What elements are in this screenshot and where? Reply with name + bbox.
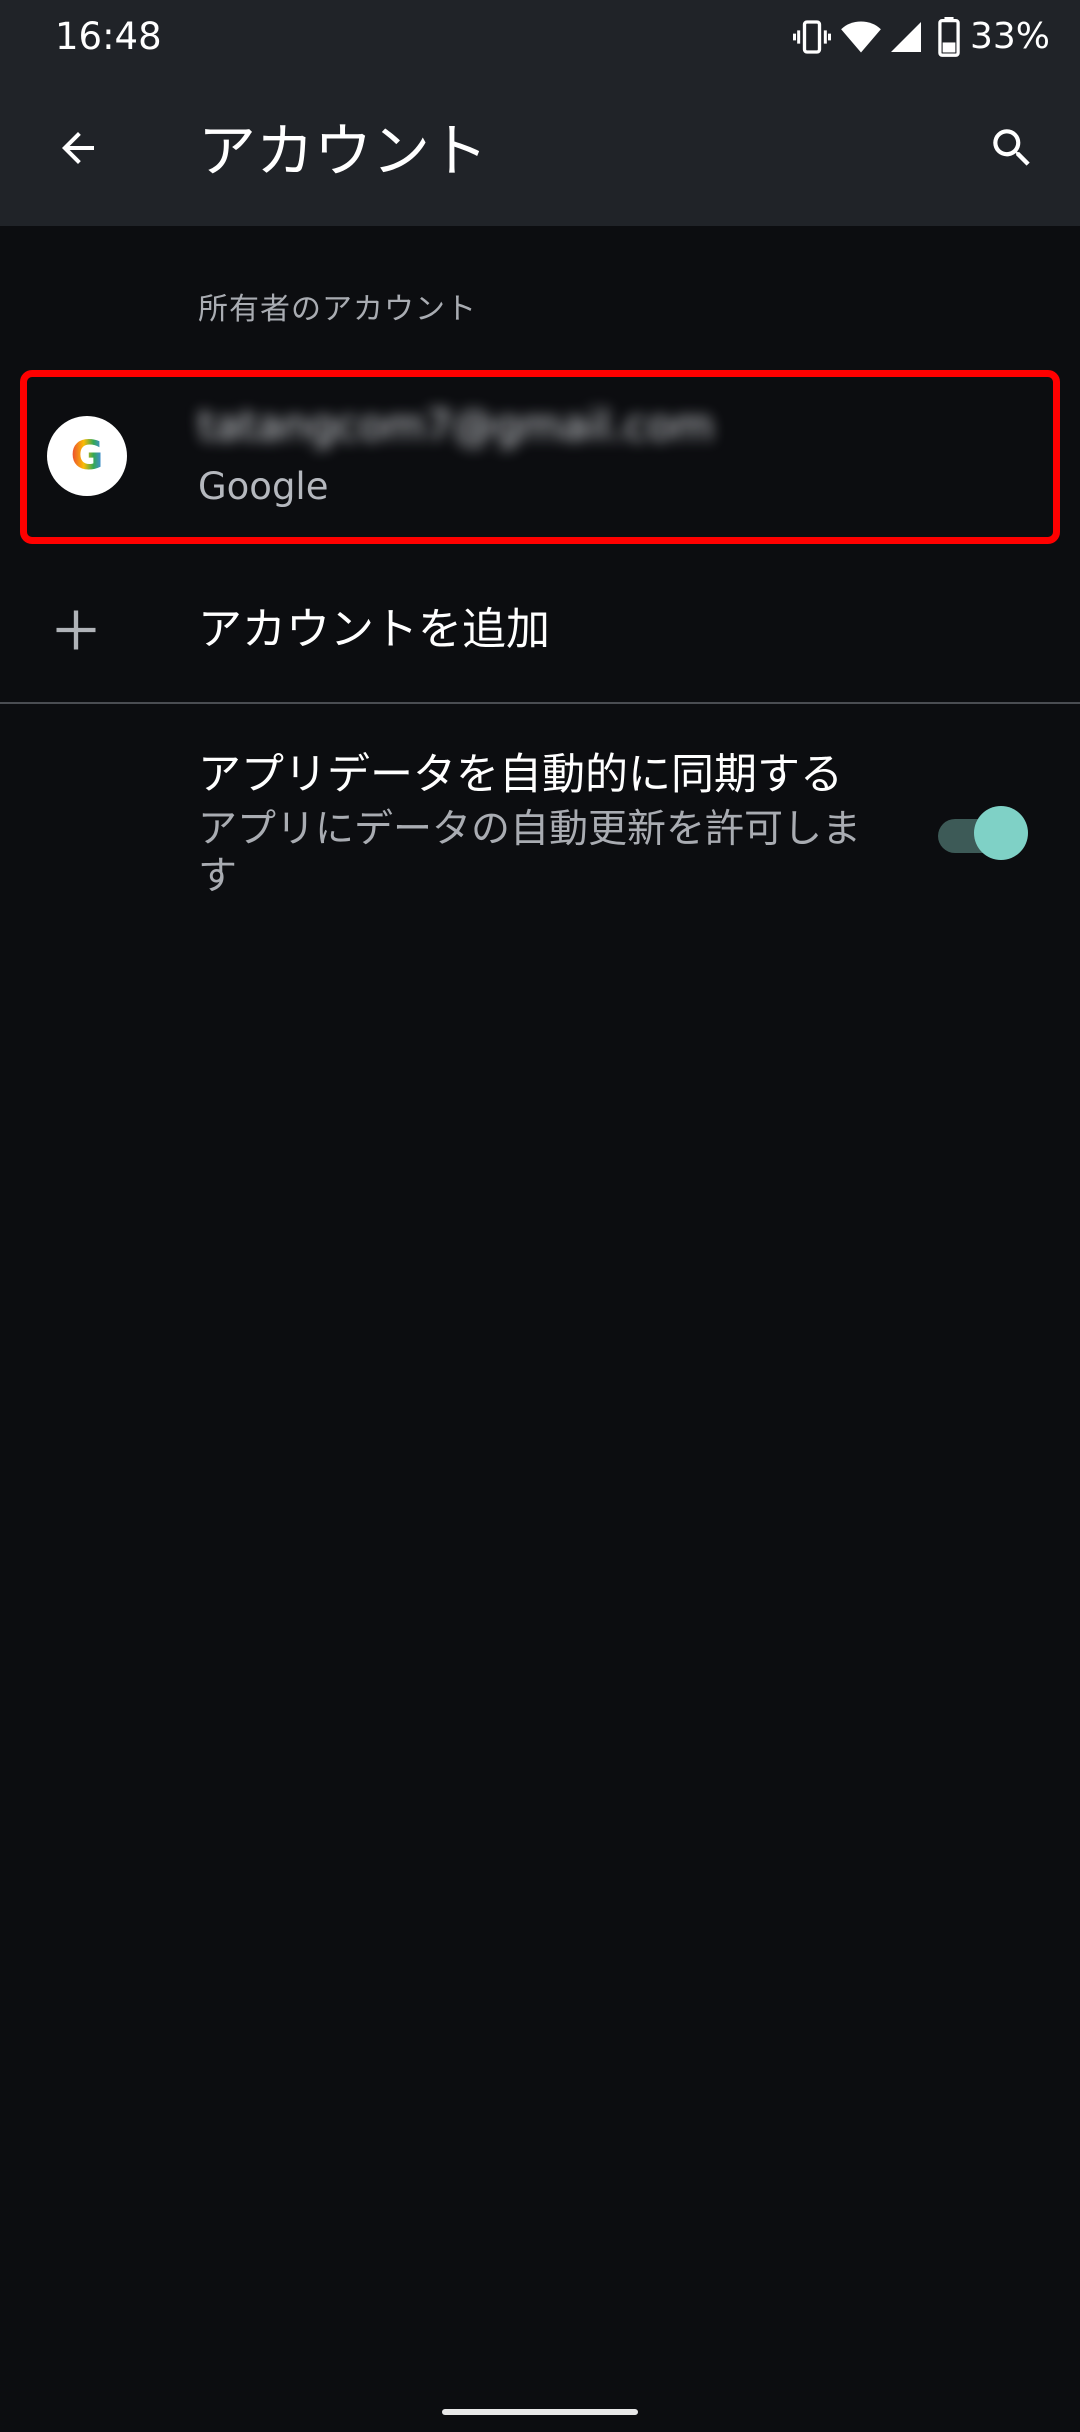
battery-icon: [938, 17, 960, 57]
section-header-owner-accounts: 所有者のアカウント: [198, 292, 477, 327]
battery-percent: 33%: [969, 16, 1050, 57]
search-button[interactable]: [974, 112, 1050, 188]
page-title: アカウント: [198, 117, 489, 185]
home-indicator[interactable]: [442, 2409, 638, 2415]
status-icons: 33%: [792, 16, 1050, 58]
highlight-box: [20, 370, 1060, 544]
plus-icon: [46, 590, 106, 670]
vibrate-icon: [792, 17, 832, 57]
toggle-thumb: [974, 806, 1028, 860]
status-time: 16:48: [55, 15, 162, 58]
add-account-item[interactable]: アカウントを追加: [0, 560, 1080, 700]
app-bar: アカウント: [0, 74, 1080, 226]
search-icon: [987, 123, 1037, 177]
auto-sync-item[interactable]: アプリデータを自動的に同期する アプリにデータの自動更新を許可します: [0, 720, 1080, 920]
auto-sync-title: アプリデータを自動的に同期する: [198, 750, 843, 800]
cell-signal-icon: [888, 19, 924, 55]
divider: [0, 702, 1080, 704]
wifi-icon: [840, 18, 882, 56]
back-button[interactable]: [40, 112, 116, 188]
auto-sync-toggle[interactable]: [938, 802, 1028, 862]
add-account-label: アカウントを追加: [198, 604, 550, 655]
arrow-left-icon: [54, 124, 102, 176]
status-bar: 16:48 33%: [0, 0, 1080, 74]
auto-sync-summary: アプリにデータの自動更新を許可します: [198, 807, 862, 899]
